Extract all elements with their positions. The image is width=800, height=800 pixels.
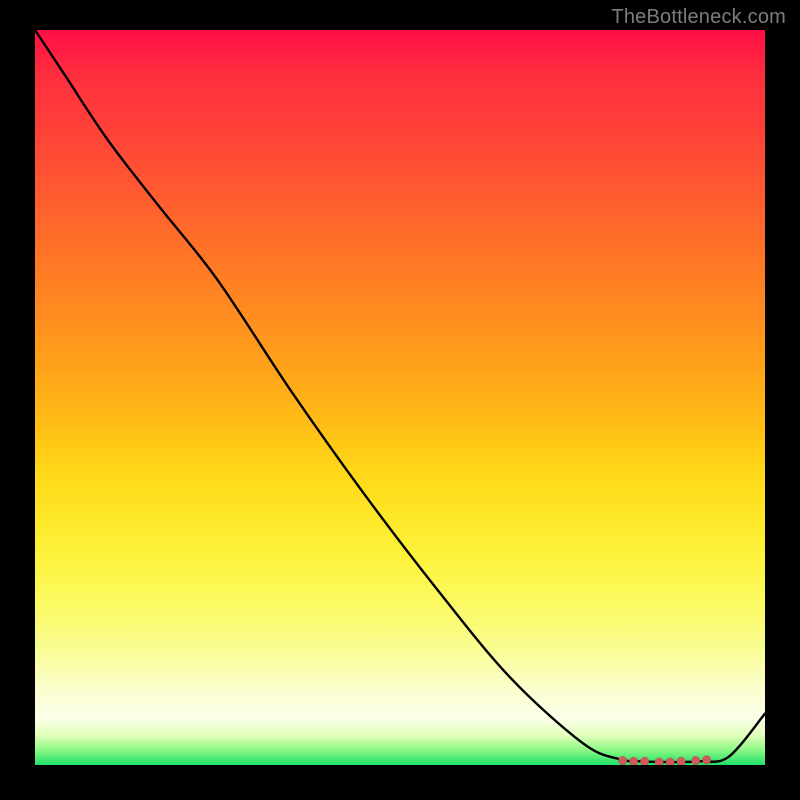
curve-svg xyxy=(35,30,765,765)
chart-frame: TheBottleneck.com xyxy=(0,0,800,800)
flat-marker xyxy=(629,757,637,765)
flat-marker xyxy=(691,756,699,764)
chart-curve xyxy=(35,30,765,762)
flat-marker xyxy=(677,757,685,765)
watermark-text: TheBottleneck.com xyxy=(611,6,786,29)
flat-marker xyxy=(702,756,710,764)
flat-marker xyxy=(618,756,626,764)
plot-area xyxy=(35,30,765,765)
flat-marker xyxy=(655,758,663,765)
flat-markers-group xyxy=(618,756,710,765)
flat-marker xyxy=(640,757,648,765)
flat-marker xyxy=(666,758,674,765)
